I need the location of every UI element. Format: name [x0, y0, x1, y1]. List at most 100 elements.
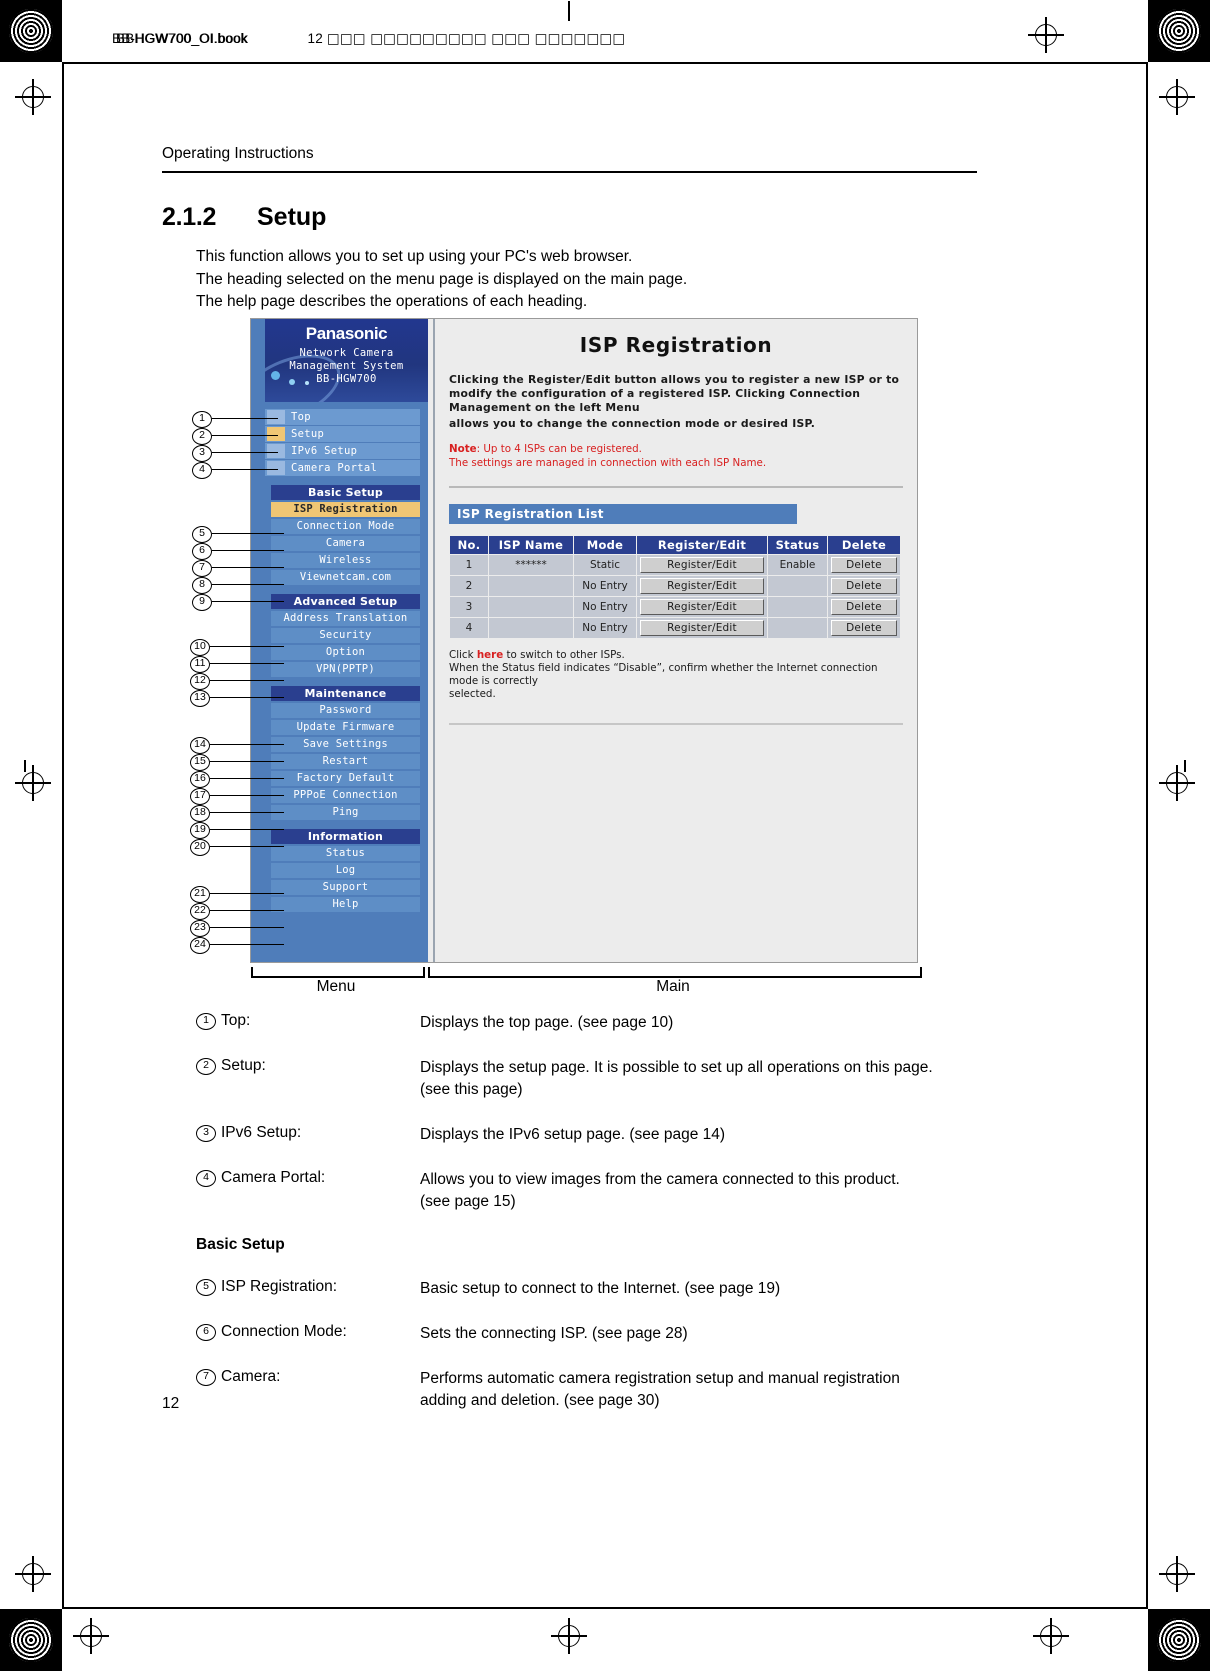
here-link[interactable]: here — [477, 649, 503, 661]
crop-line-bottom — [62, 1607, 1148, 1609]
footer-line2: When the Status field indicates “Disable… — [449, 662, 878, 687]
delete-button[interactable]: Delete — [831, 620, 897, 636]
leader-3 — [212, 452, 278, 454]
list-item: 5 ISP Registration: Basic setup to conne… — [196, 1278, 996, 1300]
cell-register: Register/Edit — [636, 554, 768, 576]
callout-2: 2 — [192, 428, 212, 445]
registration-mark-right-mid — [1159, 765, 1195, 801]
sidebar-item-camera[interactable]: Camera — [271, 536, 420, 551]
sidebar-item-password[interactable]: Password — [271, 703, 420, 718]
main-brace-label: Main — [656, 978, 690, 995]
legend-description: Displays the IPv6 setup page. (see page … — [420, 1126, 726, 1143]
registration-mark-bottom-center-b — [551, 1618, 587, 1654]
legend-number: 6 — [196, 1324, 216, 1341]
legend-description: Allows you to view images from the camer… — [420, 1171, 900, 1210]
menu-item-label: Camera Portal — [291, 462, 378, 474]
brand-banner: Panasonic Network Camera Management Syst… — [265, 319, 428, 402]
sidebar-item-support[interactable]: Support — [271, 880, 420, 895]
leader-2 — [212, 435, 278, 437]
leader-23 — [210, 927, 284, 929]
callout-12: 12 — [190, 673, 210, 690]
legend-subheading: Basic Setup — [196, 1236, 285, 1253]
section-number: 2.1.2 — [162, 203, 217, 231]
table-row: 1 ****** Static Register/Edit Enable Del… — [449, 554, 901, 576]
callout-11: 11 — [190, 656, 210, 673]
register-edit-button[interactable]: Register/Edit — [640, 557, 764, 573]
col-status: Status — [767, 535, 828, 555]
menu-item-top[interactable]: Top — [265, 409, 420, 425]
leader-9 — [212, 601, 284, 603]
registration-mark-bottom-center-c — [1033, 1618, 1069, 1654]
menu-item-ipv6-setup[interactable]: IPv6 Setup — [265, 443, 420, 459]
callout-3: 3 — [192, 445, 212, 462]
cell-no: 1 — [449, 554, 489, 576]
leader-11 — [210, 663, 284, 665]
sidebar-item-ping[interactable]: Ping — [271, 805, 420, 820]
leader-15 — [210, 761, 284, 763]
callout-18: 18 — [190, 805, 210, 822]
bullet-icon-selected — [267, 427, 285, 441]
sidebar-item-address-translation[interactable]: Address Translation — [271, 611, 420, 626]
register-edit-button[interactable]: Register/Edit — [640, 578, 764, 594]
main-note: Note: Up to 4 ISPs can be registered. Th… — [449, 443, 903, 470]
cell-delete: Delete — [827, 617, 901, 639]
print-page-marker: 12 — [307, 31, 323, 46]
sidebar-item-log[interactable]: Log — [271, 863, 420, 878]
delete-button[interactable]: Delete — [831, 557, 897, 573]
sidebar-item-save-settings[interactable]: Save Settings — [271, 737, 420, 752]
intro-line-2: The heading selected on the menu page is… — [196, 270, 688, 288]
crop-tick-right-mid — [1184, 760, 1186, 772]
cell-no: 4 — [449, 617, 489, 639]
isp-registration-table: No. ISP Name Mode Register/Edit Status D… — [449, 535, 901, 639]
model-number: BB-HGW700 — [316, 373, 377, 385]
panasonic-logo: Panasonic — [305, 324, 388, 343]
menu-item-label: Top — [291, 411, 311, 423]
cell-no: 2 — [449, 575, 489, 597]
delete-button[interactable]: Delete — [831, 578, 897, 594]
cell-no: 3 — [449, 596, 489, 618]
menu-brace — [251, 967, 425, 978]
menu-item-camera-portal[interactable]: Camera Portal — [265, 460, 420, 476]
register-edit-button[interactable]: Register/Edit — [640, 599, 764, 615]
sidebar-item-factory-default[interactable]: Factory Default — [271, 771, 420, 786]
intro-line-1: This function allows you to set up using… — [196, 248, 633, 265]
group-information: Information Status Log Support Help — [251, 829, 428, 912]
callout-9: 9 — [192, 594, 212, 611]
sidebar-item-help[interactable]: Help — [271, 897, 420, 912]
intro-line-3: The help page describes the operations o… — [196, 293, 588, 310]
legend-description: Displays the setup page. It is possible … — [420, 1059, 933, 1098]
note-label: Note — [449, 443, 477, 455]
table-row: 3 No Entry Register/Edit Delete — [449, 596, 901, 618]
bullet-icon — [267, 410, 285, 424]
sidebar-item-viewnetcam[interactable]: Viewnetcam.com — [271, 570, 420, 585]
sidebar-item-wireless[interactable]: Wireless — [271, 553, 420, 568]
sidebar-item-security[interactable]: Security — [271, 628, 420, 643]
sidebar-item-restart[interactable]: Restart — [271, 754, 420, 769]
leader-6 — [212, 550, 284, 552]
sidebar-item-pppoe-connection[interactable]: PPPoE Connection — [271, 788, 420, 803]
footer-suffix: to switch to other ISPs. — [503, 649, 625, 661]
menu-item-setup[interactable]: Setup — [265, 426, 420, 442]
list-item: 2 Setup: Displays the setup page. It is … — [196, 1057, 996, 1101]
delete-button[interactable]: Delete — [831, 599, 897, 615]
brand-subtitle-line1: Network Camera — [299, 347, 394, 359]
sidebar-item-update-firmware[interactable]: Update Firmware — [271, 720, 420, 735]
list-item: 6 Connection Mode: Sets the connecting I… — [196, 1323, 996, 1345]
crop-line-left — [62, 62, 64, 1609]
sidebar-item-connection-mode[interactable]: Connection Mode — [271, 519, 420, 534]
cell-delete: Delete — [827, 554, 901, 576]
page-title: Setup — [257, 203, 327, 231]
leader-18 — [210, 812, 284, 814]
callout-23: 23 — [190, 920, 210, 937]
section-intro: This function allows you to set up using… — [196, 246, 687, 314]
divider-upper — [449, 486, 903, 488]
callout-4: 4 — [192, 462, 212, 479]
sidebar-item-option[interactable]: Option — [271, 645, 420, 660]
cell-status — [767, 596, 828, 618]
cell-status: Enable — [767, 554, 828, 576]
sidebar-item-isp-registration[interactable]: ISP Registration — [271, 502, 420, 517]
sidebar-item-vpn-pptp[interactable]: VPN(PPTP) — [271, 662, 420, 677]
page-number: 12 — [162, 1395, 180, 1412]
register-edit-button[interactable]: Register/Edit — [640, 620, 764, 636]
sidebar-item-status[interactable]: Status — [271, 846, 420, 861]
